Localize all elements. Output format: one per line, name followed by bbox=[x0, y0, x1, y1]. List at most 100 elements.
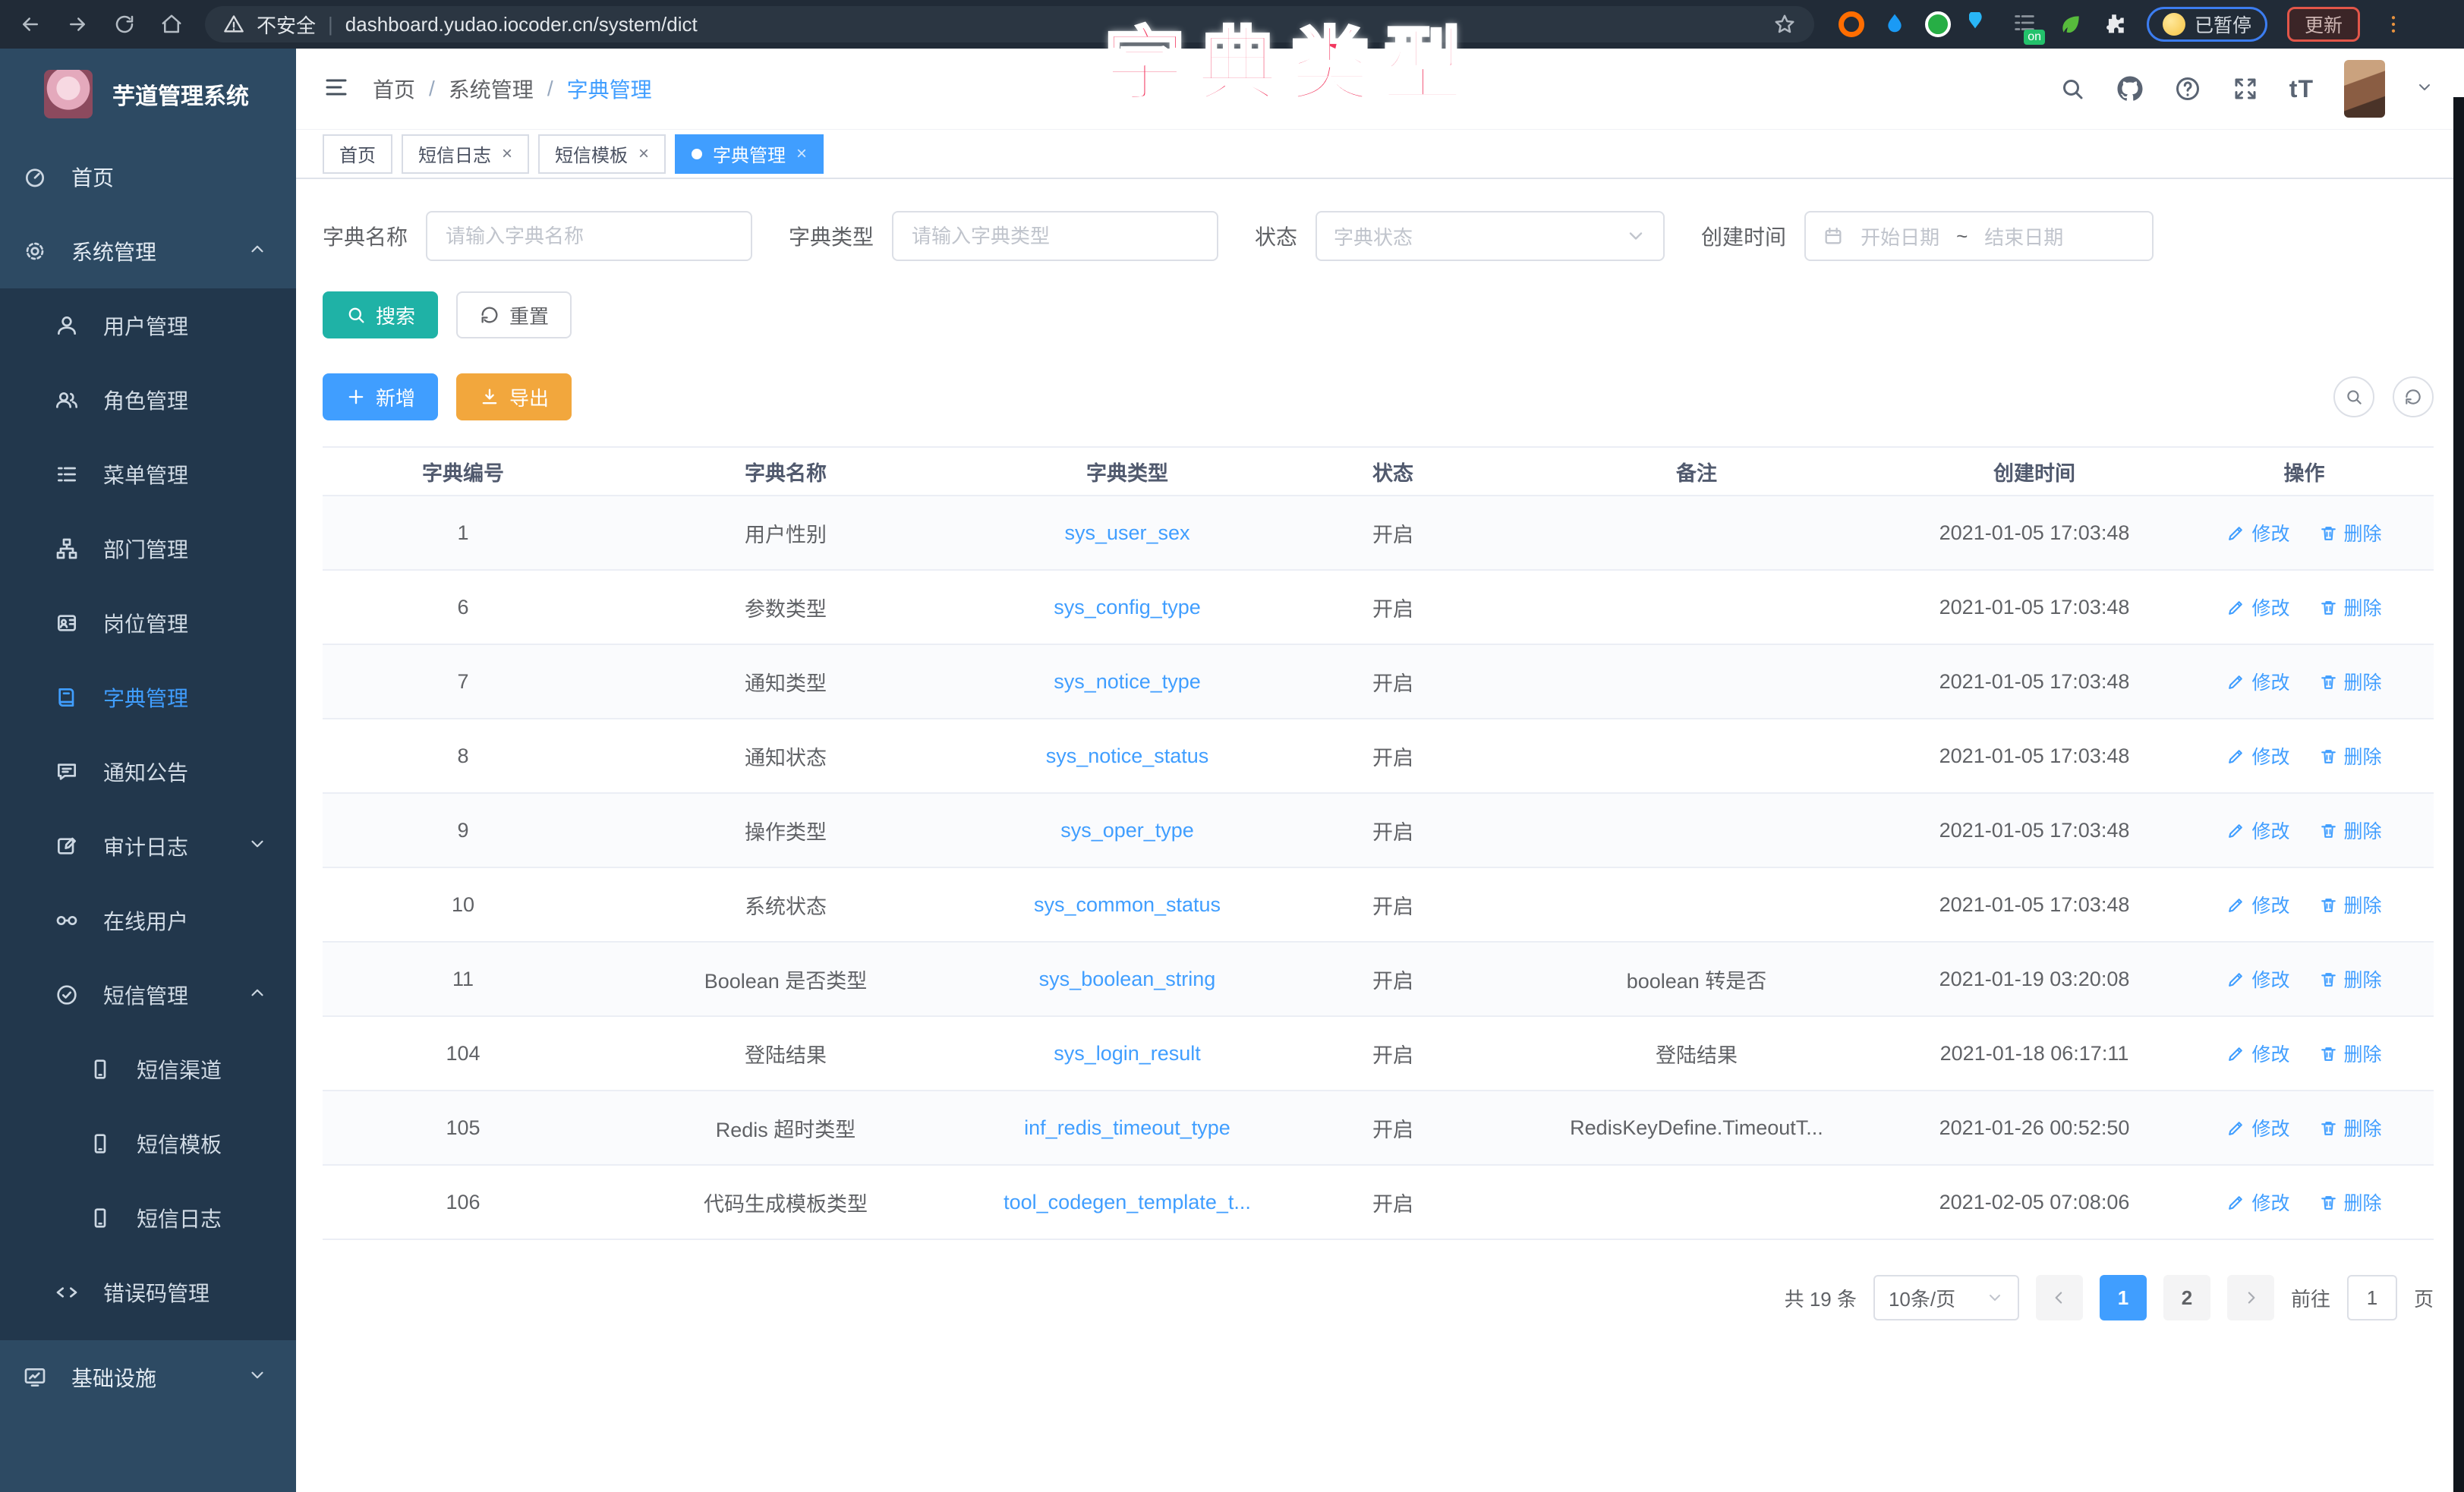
add-button[interactable]: 新增 bbox=[323, 373, 438, 420]
delete-link[interactable]: 删除 bbox=[2319, 1188, 2382, 1216]
delete-link[interactable]: 删除 bbox=[2319, 891, 2382, 918]
breadcrumb-system[interactable]: 系统管理 bbox=[449, 74, 534, 104]
page-button-2[interactable]: 2 bbox=[2163, 1275, 2210, 1320]
refresh-table-button[interactable] bbox=[2393, 376, 2434, 417]
end-date-placeholder: 结束日期 bbox=[1984, 222, 2063, 250]
sidebar-item-sms-log[interactable]: 短信日志 bbox=[0, 1181, 296, 1255]
extension-icon-leaf[interactable] bbox=[2059, 12, 2083, 36]
tab-sms-template[interactable]: 短信模板× bbox=[538, 134, 666, 174]
delete-link[interactable]: 删除 bbox=[2319, 1040, 2382, 1067]
app-logo-row[interactable]: 芋道管理系统 bbox=[0, 49, 296, 140]
browser-forward-icon[interactable] bbox=[64, 11, 91, 38]
tab-dict-management[interactable]: 字典管理× bbox=[675, 134, 824, 174]
edit-link[interactable]: 修改 bbox=[2226, 1188, 2289, 1216]
fullscreen-icon[interactable] bbox=[2232, 75, 2259, 102]
edit-link[interactable]: 修改 bbox=[2226, 1040, 2289, 1067]
close-icon[interactable]: × bbox=[796, 145, 807, 163]
window-scrollbar[interactable] bbox=[2453, 97, 2464, 1492]
edit-link[interactable]: 修改 bbox=[2226, 519, 2289, 546]
search-button[interactable]: 搜索 bbox=[323, 291, 438, 338]
sidebar-item-notice[interactable]: 通知公告 bbox=[0, 735, 296, 809]
extension-icon-orange[interactable] bbox=[1839, 11, 1864, 37]
sidebar-item-menu-management[interactable]: 菜单管理 bbox=[0, 437, 296, 511]
browser-home-icon[interactable] bbox=[158, 11, 185, 38]
edit-link[interactable]: 修改 bbox=[2226, 891, 2289, 918]
sidebar-item-online-users[interactable]: 在线用户 bbox=[0, 883, 296, 958]
extension-icon-list-on[interactable]: on bbox=[2012, 10, 2040, 39]
sidebar-item-sms-management[interactable]: 短信管理 bbox=[0, 958, 296, 1032]
sidebar-item-error-code-management[interactable]: 错误码管理 bbox=[0, 1255, 296, 1330]
reset-button[interactable]: 重置 bbox=[456, 291, 572, 338]
edit-link[interactable]: 修改 bbox=[2226, 742, 2289, 770]
extension-icon-green-circle[interactable] bbox=[1925, 11, 1951, 37]
dict-type-input[interactable] bbox=[892, 211, 1218, 261]
help-icon[interactable] bbox=[2174, 75, 2201, 102]
sidebar-item-home[interactable]: 首页 bbox=[0, 140, 296, 214]
browser-back-icon[interactable] bbox=[17, 11, 44, 38]
cell-dict-type-link[interactable]: sys_config_type bbox=[968, 596, 1287, 619]
sidebar-item-system-management[interactable]: 系统管理 bbox=[0, 214, 296, 288]
edit-link[interactable]: 修改 bbox=[2226, 817, 2289, 844]
edit-link[interactable]: 修改 bbox=[2226, 1114, 2289, 1141]
tab-sms-log[interactable]: 短信日志× bbox=[402, 134, 529, 174]
user-avatar[interactable] bbox=[2344, 60, 2385, 118]
date-range-picker[interactable]: 开始日期 ~ 结束日期 bbox=[1804, 211, 2154, 261]
dict-name-input[interactable] bbox=[426, 211, 752, 261]
edit-link[interactable]: 修改 bbox=[2226, 965, 2289, 993]
sidebar-item-post-management[interactable]: 岗位管理 bbox=[0, 586, 296, 660]
cell-dict-type-link[interactable]: sys_login_result bbox=[968, 1042, 1287, 1065]
cell-dict-type-link[interactable]: sys_user_sex bbox=[968, 521, 1287, 545]
next-page-button[interactable] bbox=[2227, 1275, 2274, 1320]
hamburger-icon[interactable] bbox=[323, 74, 350, 105]
delete-link[interactable]: 删除 bbox=[2319, 593, 2382, 621]
browser-reload-icon[interactable] bbox=[111, 11, 138, 38]
github-icon[interactable] bbox=[2116, 75, 2144, 102]
extension-icon-blue-diamond[interactable] bbox=[1969, 12, 1993, 36]
search-icon[interactable] bbox=[2059, 75, 2086, 102]
sidebar-item-sms-channel[interactable]: 短信渠道 bbox=[0, 1032, 296, 1106]
browser-update-button[interactable]: 更新 bbox=[2287, 7, 2360, 42]
sidebar-item-user-management[interactable]: 用户管理 bbox=[0, 288, 296, 363]
sidebar-item-department-management[interactable]: 部门管理 bbox=[0, 511, 296, 586]
tab-home[interactable]: 首页 bbox=[323, 134, 392, 174]
sidebar-item-dict-management[interactable]: 字典管理 bbox=[0, 660, 296, 735]
cell-dict-type-link[interactable]: sys_oper_type bbox=[968, 819, 1287, 842]
sidebar-item-sms-template[interactable]: 短信模板 bbox=[0, 1106, 296, 1181]
page-button-1[interactable]: 1 bbox=[2100, 1275, 2147, 1320]
cell-dict-type-link[interactable]: inf_redis_timeout_type bbox=[968, 1116, 1287, 1140]
export-button[interactable]: 导出 bbox=[456, 373, 572, 420]
breadcrumb-dict[interactable]: 字典管理 bbox=[567, 74, 652, 104]
browser-menu-kebab-icon[interactable] bbox=[2380, 11, 2407, 38]
cell-dict-type-link[interactable]: sys_notice_status bbox=[968, 744, 1287, 768]
font-size-icon[interactable]: tT bbox=[2289, 75, 2314, 103]
cell-dict-type-link[interactable]: sys_common_status bbox=[968, 893, 1287, 917]
sidebar-item-audit-log[interactable]: 审计日志 bbox=[0, 809, 296, 883]
delete-link[interactable]: 删除 bbox=[2319, 742, 2382, 770]
page-size-select[interactable]: 10条/页 bbox=[1873, 1275, 2019, 1320]
breadcrumb-home[interactable]: 首页 bbox=[373, 74, 415, 104]
avatar-chevron-down-icon[interactable] bbox=[2415, 78, 2434, 100]
cell-dict-type-link[interactable]: tool_codegen_template_t... bbox=[968, 1191, 1287, 1214]
paused-extension-pill[interactable]: 已暂停 bbox=[2147, 7, 2267, 42]
cell-dict-type-link[interactable]: sys_boolean_string bbox=[968, 968, 1287, 991]
goto-page-input[interactable] bbox=[2347, 1275, 2397, 1320]
address-bar[interactable]: 不安全 | dashboard.yudao.iocoder.cn/system/… bbox=[205, 6, 1814, 42]
delete-link[interactable]: 删除 bbox=[2319, 668, 2382, 695]
close-icon[interactable]: × bbox=[502, 145, 512, 163]
close-icon[interactable]: × bbox=[638, 145, 649, 163]
delete-link[interactable]: 删除 bbox=[2319, 817, 2382, 844]
prev-page-button[interactable] bbox=[2036, 1275, 2083, 1320]
sidebar-item-infrastructure[interactable]: 基础设施 bbox=[0, 1340, 296, 1415]
delete-link[interactable]: 删除 bbox=[2319, 519, 2382, 546]
delete-link[interactable]: 删除 bbox=[2319, 965, 2382, 993]
cell-dict-type-link[interactable]: sys_notice_type bbox=[968, 670, 1287, 694]
edit-link[interactable]: 修改 bbox=[2226, 593, 2289, 621]
edit-link[interactable]: 修改 bbox=[2226, 668, 2289, 695]
bookmark-star-icon[interactable] bbox=[1773, 13, 1796, 36]
delete-link[interactable]: 删除 bbox=[2319, 1114, 2382, 1141]
extensions-puzzle-icon[interactable] bbox=[2101, 11, 2127, 37]
extension-icon-blue-drop[interactable] bbox=[1883, 12, 1907, 36]
sidebar-item-role-management[interactable]: 角色管理 bbox=[0, 363, 296, 437]
toggle-search-button[interactable] bbox=[2333, 376, 2374, 417]
status-select[interactable]: 字典状态 bbox=[1315, 211, 1665, 261]
